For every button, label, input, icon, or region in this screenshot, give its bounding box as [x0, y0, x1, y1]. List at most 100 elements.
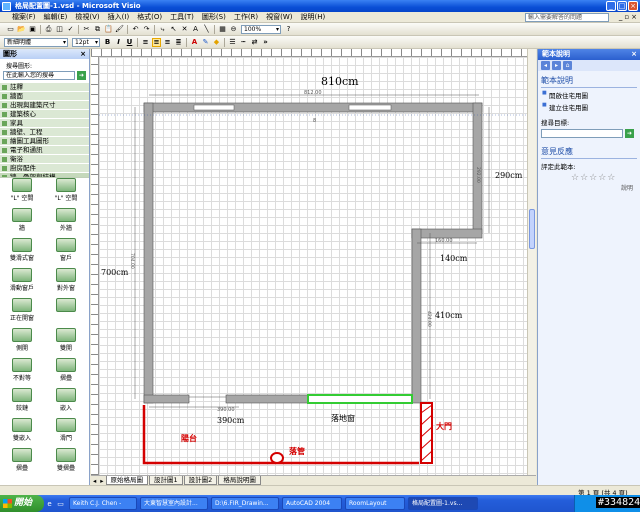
- page-tab-design-2[interactable]: 設計圖2: [183, 476, 218, 485]
- open-icon[interactable]: 📂: [17, 25, 26, 34]
- shape-sliding-door[interactable]: 滑門: [44, 418, 88, 444]
- help-question-input[interactable]: 輸入需要解答的問題: [525, 13, 609, 22]
- taskbar-item[interactable]: RoomLayout: [345, 497, 405, 510]
- task-pane-search-input[interactable]: [541, 129, 623, 138]
- left-height-label[interactable]: 700cm: [101, 268, 129, 277]
- open-floorplan-link[interactable]: 開啟住宅用圖: [541, 88, 637, 100]
- print-icon[interactable]: ⎙: [44, 25, 53, 34]
- stencil-item[interactable]: 牆壁、工程: [0, 128, 89, 137]
- sliding-window[interactable]: [307, 394, 413, 404]
- stencil-item[interactable]: 繪圖工具圖形: [0, 137, 89, 146]
- stencil-item[interactable]: 廚房配件: [0, 164, 89, 173]
- wall-bottom-middle[interactable]: [225, 394, 309, 404]
- print-preview-icon[interactable]: ◫: [55, 25, 64, 34]
- more-buttons-icon[interactable]: »: [261, 38, 270, 47]
- feedback-link[interactable]: 說明: [541, 183, 637, 192]
- shape-l-space-2[interactable]: "L" 空間: [44, 178, 88, 204]
- back-icon[interactable]: ◂: [541, 61, 550, 70]
- copy-icon[interactable]: ⧉: [93, 25, 102, 34]
- shape-l-space[interactable]: "L" 空間: [0, 178, 44, 204]
- close-panel-icon[interactable]: ×: [80, 49, 86, 59]
- menu-file[interactable]: 檔案(F): [8, 12, 40, 22]
- home-icon[interactable]: ⌂: [563, 61, 572, 70]
- drain-pipe[interactable]: [270, 452, 284, 464]
- wall-notch[interactable]: [411, 228, 483, 239]
- menu-edit[interactable]: 編輯(E): [40, 12, 72, 22]
- stencil-item[interactable]: 建築核心: [0, 110, 89, 119]
- zoom-out-icon[interactable]: ⊖: [229, 25, 238, 34]
- wall-left[interactable]: [143, 102, 154, 404]
- shape-double-bifold[interactable]: 雙摺疊: [44, 448, 88, 474]
- top-window-2[interactable]: [348, 104, 392, 111]
- vertical-scrollbar[interactable]: [527, 49, 536, 475]
- paste-icon[interactable]: 📋: [104, 25, 113, 34]
- door-label[interactable]: 大門: [436, 421, 452, 431]
- stencil-item[interactable]: 牆面: [0, 92, 89, 101]
- font-color-icon[interactable]: A: [190, 38, 199, 47]
- drawing-canvas[interactable]: 810cm 812.00 8 290cm 292.00 160.00 140cm…: [99, 57, 527, 475]
- line-tool-icon[interactable]: ╲: [202, 25, 211, 34]
- wall-right-lower[interactable]: [411, 228, 422, 404]
- shape-wall[interactable]: 牆: [0, 208, 44, 234]
- page-tab-design-1[interactable]: 設計圖1: [149, 476, 183, 485]
- balcony-label[interactable]: 陽台: [181, 433, 197, 443]
- shape-exterior-wall[interactable]: 外牆: [44, 208, 88, 234]
- next-page-icon[interactable]: ▸: [98, 477, 105, 485]
- doc-close-icon[interactable]: ×: [631, 13, 637, 21]
- align-center-icon[interactable]: ≡: [152, 37, 161, 47]
- justify-icon[interactable]: ≣: [174, 38, 183, 47]
- taskbar-item[interactable]: 大東智慧室內設計...: [140, 497, 208, 510]
- underline-button[interactable]: U: [125, 38, 134, 47]
- redo-icon[interactable]: ↷: [142, 25, 151, 34]
- font-size-select[interactable]: 12pt: [72, 37, 100, 47]
- shape-double-door[interactable]: 雙開: [44, 328, 88, 354]
- wall-bottom-left[interactable]: [143, 394, 190, 404]
- connection-point-icon[interactable]: ✕: [180, 25, 189, 34]
- fill-color-icon[interactable]: ◆: [212, 38, 221, 47]
- format-painter-icon[interactable]: 🖌: [115, 25, 124, 34]
- menu-shape[interactable]: 圖形(S): [198, 12, 230, 22]
- drain-label[interactable]: 落管: [289, 446, 305, 456]
- menu-insert[interactable]: 插入(I): [104, 12, 134, 22]
- task-pane-close-icon[interactable]: ×: [631, 49, 637, 60]
- bottom-left-label[interactable]: 390cm: [217, 416, 245, 425]
- cut-icon[interactable]: ✂: [82, 25, 91, 34]
- menu-tools[interactable]: 工具(T): [166, 12, 198, 22]
- shape-window[interactable]: 窗戶: [44, 238, 88, 264]
- menu-task[interactable]: 工作(R): [230, 12, 262, 22]
- shape-blank[interactable]: [44, 298, 88, 324]
- line-ends-icon[interactable]: ⇄: [250, 38, 259, 47]
- new-document-icon[interactable]: ▭: [6, 25, 15, 34]
- task-pane-search-go-icon[interactable]: ➜: [625, 129, 634, 138]
- first-page-icon[interactable]: ◂: [91, 477, 98, 485]
- undo-icon[interactable]: ↶: [131, 25, 140, 34]
- shape-side-door[interactable]: 側開: [0, 328, 44, 354]
- stencil-item[interactable]: 註釋: [0, 83, 89, 92]
- shapes-window-icon[interactable]: ▦: [218, 25, 227, 34]
- shape-folding-door[interactable]: 摺疊: [44, 358, 88, 384]
- create-floorplan-link[interactable]: 建立住宅用圖: [541, 100, 637, 112]
- notch-width-label[interactable]: 140cm: [440, 254, 468, 263]
- shape-double-pocket[interactable]: 雙嵌入: [0, 418, 44, 444]
- shape-opening[interactable]: 正在開窗: [0, 298, 44, 324]
- visio-app-icon[interactable]: [2, 1, 11, 11]
- search-go-icon[interactable]: ➜: [77, 71, 86, 80]
- save-icon[interactable]: ▣: [28, 25, 37, 34]
- sliding-window-label[interactable]: 落地窗: [331, 413, 355, 423]
- align-left-icon[interactable]: ≡: [141, 38, 150, 47]
- right-upper-label[interactable]: 290cm: [495, 171, 523, 180]
- right-lower-label[interactable]: 410cm: [435, 311, 463, 320]
- line-pattern-icon[interactable]: ┅: [239, 38, 248, 47]
- menu-help[interactable]: 說明(H): [297, 12, 330, 22]
- top-window-1[interactable]: [193, 104, 235, 111]
- italic-button[interactable]: I: [114, 38, 123, 47]
- vertical-ruler[interactable]: [91, 57, 99, 475]
- top-width-label[interactable]: 810cm: [321, 75, 359, 88]
- pointer-tool-icon[interactable]: ↖: [169, 25, 178, 34]
- maximize-button[interactable]: □: [617, 1, 627, 11]
- doc-restore-icon[interactable]: ▫: [624, 13, 629, 21]
- taskbar-item[interactable]: Keith C.J. Chen -: [69, 497, 137, 510]
- bold-button[interactable]: B: [103, 38, 112, 47]
- connector-tool-icon[interactable]: ⤷: [158, 25, 167, 34]
- shape-sliding-window[interactable]: 滑動窗戶: [0, 268, 44, 294]
